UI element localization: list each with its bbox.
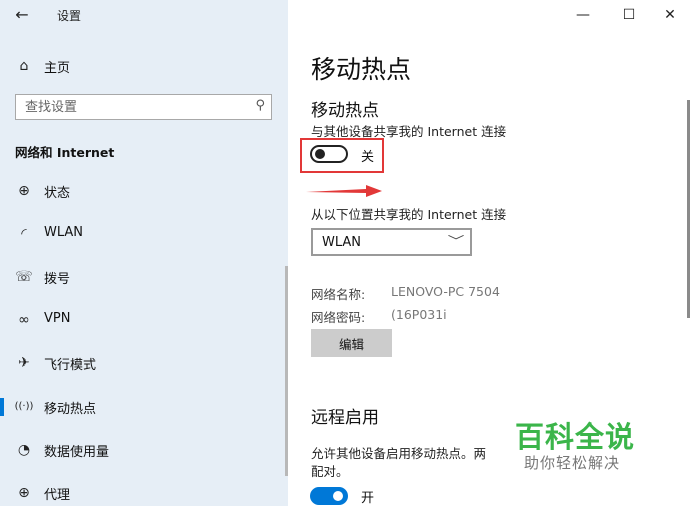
sidebar-item-wlan[interactable]: ◜ WLAN <box>0 216 288 252</box>
window-title: 设置 <box>57 9 82 23</box>
search-icon[interactable]: ⚲ <box>255 98 265 113</box>
sidebar-item-status[interactable]: ⊕ 状态 <box>0 173 288 209</box>
data-usage-icon: ◔ <box>17 442 31 458</box>
sidebar-item-vpn[interactable]: ∞ VPN <box>0 302 288 338</box>
hotspot-toggle[interactable] <box>310 145 348 163</box>
network-name-label: 网络名称: <box>311 287 366 302</box>
sidebar-item-mobile-hotspot[interactable]: ((·)) 移动热点 <box>0 389 288 425</box>
sidebar-item-label: 代理 <box>44 488 71 503</box>
vpn-icon: ∞ <box>18 312 30 328</box>
share-from-value: WLAN <box>322 235 362 250</box>
globe-icon: ⊕ <box>18 183 30 199</box>
sidebar-item-label: WLAN <box>44 225 84 240</box>
hotspot-heading: 移动热点 <box>311 101 379 121</box>
sidebar: ← 设置 ⌂ 主页 ⚲ 网络和 Internet ⊕ 状态 ◜ WLAN ☏ 拨… <box>0 0 288 506</box>
maximize-icon: ☐ <box>622 7 636 23</box>
close-button[interactable]: ✕ <box>655 5 685 25</box>
title-bar: ← 设置 <box>0 0 288 30</box>
red-arrow-annotation <box>306 185 382 197</box>
section-header: 网络和 Internet <box>15 145 115 160</box>
sidebar-item-home[interactable]: ⌂ 主页 <box>0 48 288 84</box>
back-button[interactable]: ← <box>10 4 34 26</box>
chevron-down-icon: ﹀ <box>447 234 465 248</box>
remote-toggle[interactable] <box>310 487 348 505</box>
sidebar-item-label: 主页 <box>44 61 71 76</box>
remote-heading: 远程启用 <box>311 408 379 428</box>
network-password-label: 网络密码: <box>311 310 366 325</box>
sidebar-item-label: 飞行模式 <box>44 358 97 373</box>
sidebar-item-label: 状态 <box>44 186 71 201</box>
back-arrow-icon: ← <box>15 5 29 24</box>
network-password-value: (16P031i <box>391 307 447 322</box>
proxy-icon: ⊕ <box>18 485 30 501</box>
sidebar-item-label: VPN <box>44 311 71 326</box>
close-icon: ✕ <box>664 7 676 23</box>
toggle-knob <box>333 491 343 501</box>
edit-button[interactable]: 编辑 <box>311 329 392 357</box>
wifi-icon: ◜ <box>21 226 27 242</box>
maximize-button[interactable]: ☐ <box>614 5 644 25</box>
search-box: ⚲ <box>15 94 272 120</box>
main-scrollbar[interactable] <box>687 100 690 318</box>
hotspot-icon: ((·)) <box>14 401 34 412</box>
sidebar-item-dialup[interactable]: ☏ 拨号 <box>0 259 288 295</box>
sidebar-item-label: 数据使用量 <box>44 445 110 460</box>
home-icon: ⌂ <box>19 58 29 74</box>
sidebar-item-airplane-mode[interactable]: ✈ 飞行模式 <box>0 345 288 381</box>
minimize-icon: — <box>576 7 590 23</box>
share-from-select[interactable]: WLAN ﹀ <box>311 228 472 256</box>
remote-description-line2: 配对。 <box>311 464 349 479</box>
hotspot-toggle-state: 关 <box>361 150 375 165</box>
main-content: — ☐ ✕ 移动热点 移动热点 与其他设备共享我的 Internet 连接 关 … <box>288 0 692 506</box>
phone-icon: ☏ <box>15 269 33 285</box>
minimize-button[interactable]: — <box>568 5 598 25</box>
watermark-subtitle: 助你轻松解决 <box>524 454 621 472</box>
page-title: 移动热点 <box>311 55 412 84</box>
sidebar-item-data-usage[interactable]: ◔ 数据使用量 <box>0 432 288 468</box>
remote-toggle-state: 开 <box>361 491 375 506</box>
share-from-label: 从以下位置共享我的 Internet 连接 <box>311 207 507 222</box>
sidebar-item-label: 移动热点 <box>44 402 97 417</box>
watermark-logo: 百科全说 <box>515 420 636 454</box>
network-name-value: LENOVO-PC 7504 <box>391 284 500 299</box>
sidebar-item-label: 拨号 <box>44 272 71 287</box>
toggle-knob <box>315 149 325 159</box>
airplane-icon: ✈ <box>18 355 30 371</box>
remote-description-line1: 允许其他设备启用移动热点。两 <box>311 446 487 461</box>
search-input[interactable] <box>16 95 245 119</box>
